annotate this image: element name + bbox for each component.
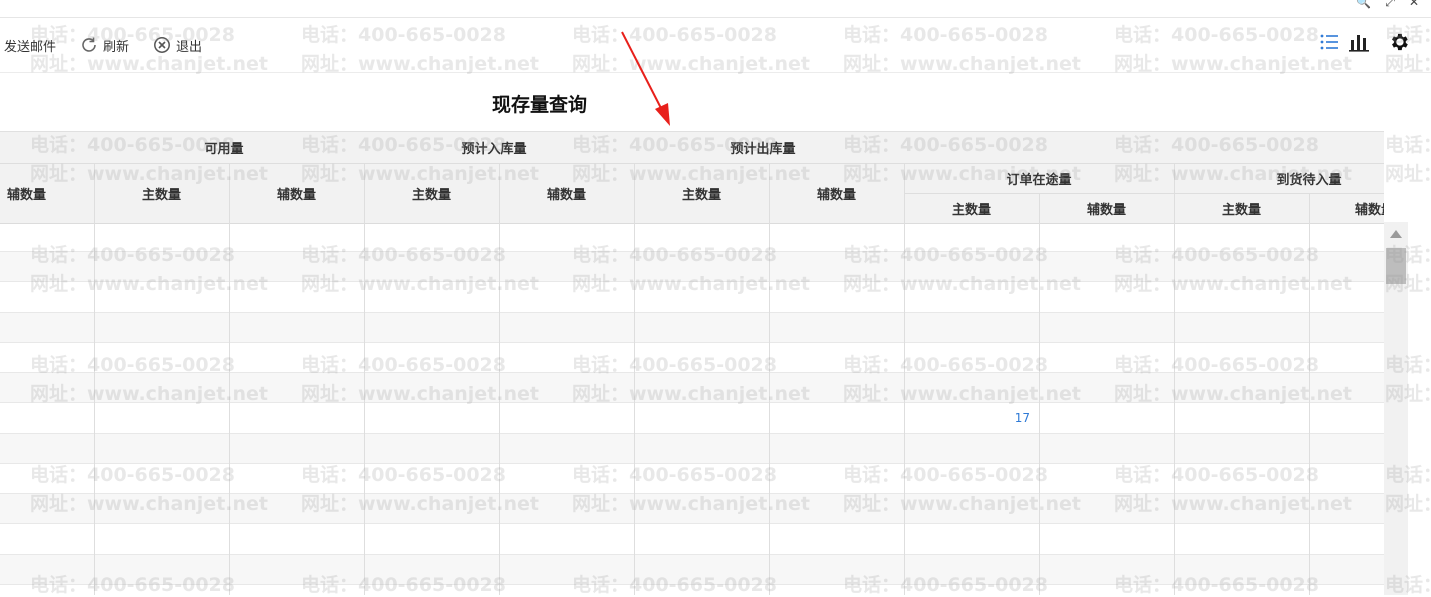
window-controls: 🔍 ⤢ ✕ (1356, 0, 1431, 10)
subheader-main: 主数量 (951, 202, 991, 218)
list-view-button[interactable] (1318, 32, 1340, 56)
list-view-icon (1318, 31, 1340, 57)
table-row[interactable] (0, 252, 1384, 282)
table-row[interactable] (0, 494, 1384, 524)
send-mail-button[interactable]: 发送邮件 (4, 34, 56, 56)
grid-header: 可用量 预计入库量 预计出库量 订单在途量 到货待入量 辅数量 主数量 辅数量 … (0, 131, 1384, 224)
header-available: 可用量 (204, 142, 244, 157)
subheader-aux: 辅数量 (816, 187, 856, 203)
subheader-aux: 辅数量 (6, 187, 46, 203)
toolbar: 发送邮件 刷新 退出 (0, 18, 1431, 73)
close-circle-icon (153, 36, 171, 54)
watermark-phone: 电话：400-665-0028 (1385, 134, 1431, 156)
watermark-site: 网址：www.chanjet.net (1385, 163, 1431, 185)
subheader-aux: 辅数量 (1086, 202, 1126, 218)
table-row[interactable] (0, 222, 1384, 252)
close-icon[interactable]: ✕ (1409, 0, 1419, 9)
table-row[interactable] (0, 373, 1384, 403)
vertical-scrollbar[interactable] (1384, 222, 1408, 595)
table-row[interactable] (0, 313, 1384, 343)
window-top-strip: 🔍 ⤢ ✕ (0, 0, 1431, 18)
refresh-button[interactable]: 刷新 (80, 34, 129, 56)
table-row[interactable] (0, 434, 1384, 464)
send-mail-label: 发送邮件 (4, 39, 57, 55)
header-expected-out: 预计出库量 (730, 142, 796, 157)
subheader-main: 主数量 (141, 187, 181, 203)
table-row[interactable] (0, 404, 1384, 434)
maximize-icon[interactable]: ⤢ (1385, 0, 1395, 9)
chart-view-button[interactable] (1348, 32, 1370, 56)
header-order-transit: 订单在途量 (1006, 172, 1072, 188)
scroll-thumb[interactable] (1386, 248, 1406, 284)
subheader-aux: 辅数量 (1355, 202, 1384, 218)
exit-button[interactable]: 退出 (153, 34, 202, 56)
refresh-icon (80, 36, 98, 54)
order-transit-main-qty[interactable]: 17 (904, 411, 1030, 425)
table-row[interactable] (0, 283, 1384, 313)
refresh-label: 刷新 (103, 39, 130, 55)
subheader-aux: 辅数量 (276, 187, 316, 203)
exit-label: 退出 (176, 39, 203, 55)
inventory-grid: 可用量 预计入库量 预计出库量 订单在途量 到货待入量 辅数量 主数量 辅数量 … (0, 131, 1384, 595)
header-arrival-pending: 到货待入量 (1276, 172, 1342, 188)
table-row[interactable] (0, 464, 1384, 494)
subheader-main: 主数量 (681, 187, 721, 203)
subheader-aux: 辅数量 (546, 187, 586, 203)
subheader-main: 主数量 (411, 187, 451, 203)
table-row[interactable] (0, 525, 1384, 555)
page-title: 现存量查询 (492, 94, 588, 116)
subheader-main: 主数量 (1221, 202, 1261, 218)
scroll-up-icon[interactable] (1390, 230, 1402, 238)
table-row[interactable] (0, 343, 1384, 373)
gear-icon (1388, 31, 1410, 57)
header-expected-in: 预计入库量 (461, 142, 527, 157)
table-row[interactable] (0, 555, 1384, 585)
settings-button[interactable] (1388, 32, 1410, 56)
bar-chart-icon (1348, 31, 1370, 57)
search-icon[interactable]: 🔍 (1356, 0, 1371, 9)
